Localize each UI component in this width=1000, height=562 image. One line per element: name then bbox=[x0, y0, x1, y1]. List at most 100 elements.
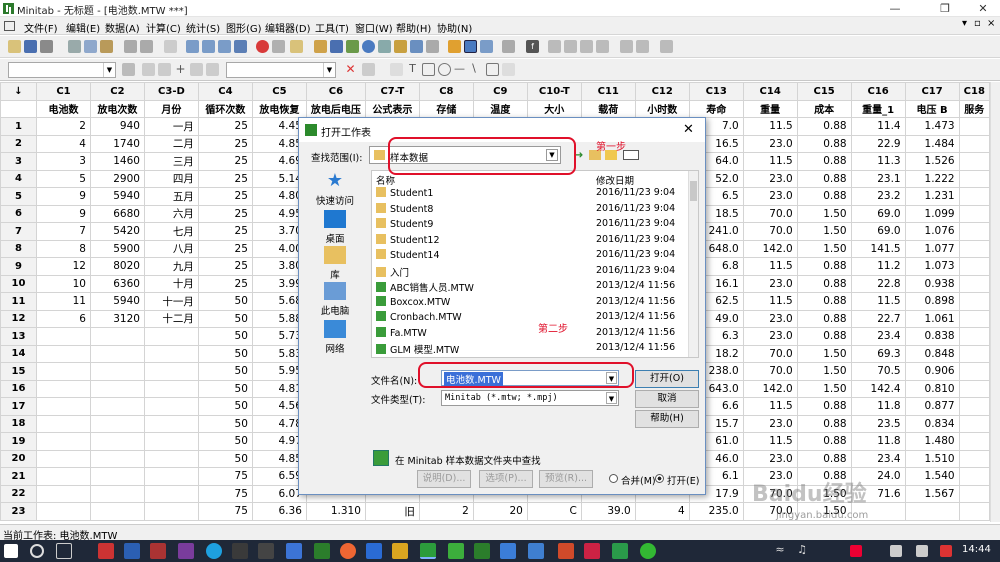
restore-button[interactable]: ❐ bbox=[930, 0, 960, 17]
pen-icon[interactable] bbox=[142, 63, 155, 76]
windows-start-icon[interactable] bbox=[4, 544, 18, 558]
tray-icon-3[interactable] bbox=[916, 545, 928, 557]
data-cell[interactable]: 23.0 bbox=[742, 449, 798, 468]
child-min-icon[interactable]: ▾ bbox=[962, 18, 967, 29]
app-icon-11[interactable] bbox=[528, 543, 544, 559]
toolbar-icon-e[interactable] bbox=[548, 40, 561, 53]
row-number[interactable]: 21 bbox=[0, 467, 37, 486]
copy-icon[interactable] bbox=[84, 40, 97, 53]
toolbar-icon-g[interactable] bbox=[580, 40, 593, 53]
data-cell[interactable]: 1.310 bbox=[305, 502, 366, 521]
column-name-cell[interactable]: 放电后电压 bbox=[305, 99, 366, 118]
menu-graph[interactable]: 图形(G) bbox=[226, 20, 262, 35]
column-id-header[interactable]: C9 bbox=[472, 82, 528, 101]
data-cell[interactable]: 25 bbox=[197, 204, 253, 223]
data-cell[interactable]: 0.938 bbox=[904, 274, 960, 293]
data-cell[interactable] bbox=[958, 292, 990, 311]
column-id-header[interactable]: C7-T bbox=[364, 82, 420, 101]
data-cell[interactable]: 0.877 bbox=[904, 397, 960, 416]
menu-assist[interactable]: 协助(N) bbox=[437, 20, 472, 35]
data-cell[interactable]: 1460 bbox=[89, 152, 145, 171]
data-cell[interactable] bbox=[89, 467, 145, 486]
data-cell[interactable]: 七月 bbox=[143, 222, 199, 241]
data-cell[interactable]: 940 bbox=[89, 117, 145, 136]
file-list-item[interactable]: ABC销售人员.MTW 2013/12/4 11:56 bbox=[376, 280, 675, 295]
data-cell[interactable] bbox=[89, 414, 145, 433]
data-cell[interactable]: 23.0 bbox=[742, 274, 798, 293]
data-cell[interactable] bbox=[958, 414, 990, 433]
data-cell[interactable]: 四月 bbox=[143, 169, 199, 188]
data-cell[interactable]: 1.50 bbox=[796, 204, 852, 223]
data-cell[interactable]: 1.222 bbox=[904, 169, 960, 188]
data-cell[interactable] bbox=[958, 239, 990, 258]
insert-columns-icon[interactable] bbox=[202, 40, 215, 53]
app-icon-1[interactable] bbox=[98, 543, 114, 559]
column-id-header[interactable]: C2 bbox=[89, 82, 145, 101]
data-cell[interactable]: 142.0 bbox=[742, 239, 798, 258]
column-id-header[interactable]: C6 bbox=[305, 82, 366, 101]
delete-icon[interactable]: ✕ bbox=[344, 63, 357, 76]
tray-icon-2[interactable] bbox=[890, 545, 902, 557]
data-cell[interactable] bbox=[958, 467, 990, 486]
data-cell[interactable]: 0.834 bbox=[904, 414, 960, 433]
column-name-cell[interactable]: 温度 bbox=[472, 99, 528, 118]
options-button[interactable]: 选项(P)... bbox=[479, 470, 533, 488]
data-cell[interactable]: 六月 bbox=[143, 204, 199, 223]
column-id-header[interactable]: C3-D bbox=[143, 82, 199, 101]
file-list-scrollbar[interactable] bbox=[688, 171, 698, 357]
data-cell[interactable]: 1.099 bbox=[904, 204, 960, 223]
data-cell[interactable]: 50 bbox=[197, 309, 253, 328]
data-cell[interactable]: 九月 bbox=[143, 257, 199, 276]
worksheet-icon[interactable] bbox=[330, 40, 343, 53]
data-cell[interactable]: 6.36 bbox=[251, 502, 307, 521]
data-cell[interactable]: 50 bbox=[197, 379, 253, 398]
function-icon[interactable]: f bbox=[526, 40, 539, 53]
app-icon-6[interactable] bbox=[286, 543, 302, 559]
data-cell[interactable] bbox=[958, 432, 990, 451]
data-cell[interactable] bbox=[35, 397, 91, 416]
data-cell[interactable]: 11.8 bbox=[850, 397, 906, 416]
row-number[interactable]: 10 bbox=[0, 274, 37, 293]
row-number[interactable]: 22 bbox=[0, 484, 37, 503]
brush-icon[interactable] bbox=[122, 63, 135, 76]
data-cell[interactable]: 9 bbox=[35, 204, 91, 223]
powerpoint-icon[interactable] bbox=[558, 543, 574, 559]
data-cell[interactable] bbox=[958, 327, 990, 346]
data-cell[interactable] bbox=[958, 362, 990, 381]
row-number[interactable]: 20 bbox=[0, 449, 37, 468]
filetype-combo[interactable]: Minitab (*.mtw; *.mpj) ▼ bbox=[441, 390, 619, 406]
data-cell[interactable] bbox=[35, 432, 91, 451]
data-cell[interactable]: 0.88 bbox=[796, 257, 852, 276]
data-cell[interactable]: 25 bbox=[197, 239, 253, 258]
data-cell[interactable] bbox=[143, 502, 199, 521]
data-cell[interactable]: 0.906 bbox=[904, 362, 960, 381]
chevron-down-icon[interactable]: ▼ bbox=[606, 392, 617, 404]
data-cell[interactable] bbox=[958, 397, 990, 416]
data-cell[interactable] bbox=[35, 362, 91, 381]
data-cell[interactable] bbox=[35, 502, 91, 521]
data-cell[interactable] bbox=[89, 344, 145, 363]
data-cell[interactable]: 11.5 bbox=[742, 117, 798, 136]
column-name-cell[interactable]: 电压 B bbox=[904, 99, 960, 118]
data-cell[interactable] bbox=[89, 362, 145, 381]
file-list-item[interactable]: Student12 2016/11/23 9:04 bbox=[376, 233, 675, 249]
data-cell[interactable]: 5900 bbox=[89, 239, 145, 258]
data-cell[interactable] bbox=[89, 502, 145, 521]
minimize-button[interactable]: — bbox=[880, 0, 910, 17]
data-cell[interactable] bbox=[35, 327, 91, 346]
row-number[interactable]: 5 bbox=[0, 187, 37, 206]
data-cell[interactable]: 0.88 bbox=[796, 397, 852, 416]
app-icon-13[interactable] bbox=[612, 543, 628, 559]
data-cell[interactable]: 2 bbox=[35, 117, 91, 136]
data-cell[interactable] bbox=[143, 379, 199, 398]
file-list[interactable]: 名称 修改日期 Student1 2016/11/23 9:04 Student8 2… bbox=[371, 170, 699, 358]
sample-data-icon[interactable] bbox=[373, 450, 389, 466]
data-cell[interactable]: 50 bbox=[197, 449, 253, 468]
show-folder-icon[interactable] bbox=[426, 40, 439, 53]
data-cell[interactable]: 70.0 bbox=[742, 362, 798, 381]
app-icon-7[interactable] bbox=[340, 543, 356, 559]
column-name-cell[interactable]: 成本 bbox=[796, 99, 852, 118]
task-view-icon[interactable] bbox=[56, 543, 72, 559]
data-cell[interactable]: 75 bbox=[197, 467, 253, 486]
data-cell[interactable]: 4 bbox=[634, 502, 690, 521]
